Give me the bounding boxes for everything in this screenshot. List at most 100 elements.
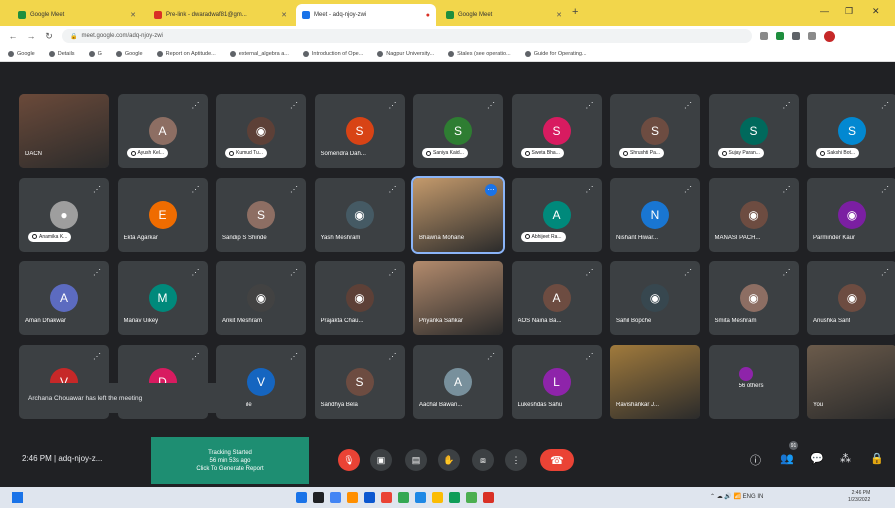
present-button[interactable]: ⧈ bbox=[472, 449, 494, 471]
participant-tile[interactable]: S ⋰ Shrushti Pa... bbox=[610, 94, 700, 168]
participant-tile[interactable]: ● ⋰ Anamika K... bbox=[19, 177, 109, 252]
participant-tile[interactable]: DACN bbox=[19, 94, 109, 168]
participant-tile[interactable]: S ⋰ Sandhya Bela bbox=[314, 344, 405, 419]
tracking-banner[interactable]: Tracking Started 56 min 53s ago Click To… bbox=[151, 437, 309, 484]
system-tray: ⌃ ☁ 🔊 📶 ENG IN bbox=[710, 493, 763, 500]
taskbar-app-icon[interactable] bbox=[398, 492, 409, 503]
bookmark[interactable]: Nagpur University... bbox=[377, 50, 434, 57]
participant-tile[interactable]: Priyanka Sahkar bbox=[413, 261, 503, 335]
taskbar-app-icon[interactable] bbox=[347, 492, 358, 503]
taskbar-clock[interactable]: 2:46 PM 1/23/2022 bbox=[848, 490, 870, 504]
participant-tile[interactable]: N ⋰ Nishant Hiwar... bbox=[610, 177, 700, 252]
extensions-puzzle-icon[interactable] bbox=[808, 32, 816, 40]
taskbar-app-icon[interactable] bbox=[296, 492, 307, 503]
participant-tile[interactable]: S ⋰ Sujay Paran... bbox=[708, 94, 799, 168]
profile-avatar[interactable] bbox=[824, 30, 835, 42]
participant-tile[interactable]: ◉ ⋰ Anushka Sant bbox=[807, 261, 895, 335]
chat-icon[interactable]: 💬 bbox=[810, 452, 824, 465]
participant-tile[interactable]: A ⋰ Ayush Kel... bbox=[117, 94, 208, 168]
bookmark[interactable]: Google bbox=[8, 50, 35, 57]
browser-tab-1[interactable]: Google Meet ✕ bbox=[12, 4, 142, 26]
participant-tile[interactable]: A ⋰ Aachal Bawan... bbox=[413, 344, 503, 419]
participant-tile[interactable]: S ⋰ Sandip S Shinde bbox=[216, 177, 306, 252]
star-icon[interactable] bbox=[792, 32, 800, 40]
taskbar-app-icon[interactable] bbox=[449, 492, 460, 503]
participant-tile[interactable]: S ⋰ Saniya Kaid... bbox=[413, 94, 503, 168]
reload-icon[interactable]: ↻ bbox=[44, 31, 54, 42]
tray-icons[interactable]: ⌃ ☁ 🔊 📶 bbox=[710, 494, 741, 500]
browser-tab-2[interactable]: Pre-link - dwaradwaf81@gm... ✕ bbox=[148, 4, 293, 26]
participant-tile[interactable]: You bbox=[807, 344, 895, 419]
raise-hand-button[interactable]: ✋ bbox=[438, 449, 460, 471]
taskbar-app-icon[interactable] bbox=[483, 492, 494, 503]
language-indicator[interactable]: ENG IN bbox=[743, 494, 764, 500]
participant-tile[interactable]: ◉ ⋰ MANASI PACH... bbox=[708, 177, 799, 252]
participant-tile[interactable]: 56 others bbox=[708, 344, 799, 419]
maximize-icon[interactable]: ❐ bbox=[845, 6, 853, 17]
participant-tile[interactable]: ◉ ⋰ Yash Meshram bbox=[314, 177, 405, 252]
close-window-icon[interactable]: ✕ bbox=[872, 6, 880, 17]
participant-tile[interactable]: M ⋰ Manav Uikey bbox=[117, 261, 208, 335]
participant-tile[interactable]: ◉ ⋰ Smita Meshram bbox=[708, 261, 799, 335]
meeting-details-icon[interactable]: ⓘ bbox=[750, 452, 761, 468]
generate-report-link[interactable]: Click To Generate Report bbox=[151, 466, 309, 472]
bookmark[interactable]: Details bbox=[48, 50, 75, 57]
new-tab-icon[interactable]: + bbox=[572, 6, 578, 18]
url-input[interactable]: 🔒 meet.google.com/adq-njoy-zwi bbox=[62, 29, 752, 43]
activities-icon[interactable]: ⁂ bbox=[840, 452, 851, 465]
participant-tile[interactable]: S ⋰ Somendra Dah... bbox=[314, 94, 405, 168]
camera-button[interactable]: ▣ bbox=[370, 449, 392, 471]
participant-tile[interactable]: ◉ ⋰ Kumud Tu... bbox=[216, 94, 306, 168]
bookmark[interactable]: Report on Aptitude... bbox=[156, 50, 216, 57]
extension-icon[interactable] bbox=[776, 32, 784, 40]
microphone-button[interactable]: 🎙 bbox=[338, 449, 360, 471]
participant-tile[interactable]: S ⋰ Sweta Bha... bbox=[511, 94, 602, 168]
bookmark[interactable]: Introduction of Ope... bbox=[302, 50, 363, 57]
bookmark[interactable]: Stales (see operatio... bbox=[448, 50, 511, 57]
browser-tab-4[interactable]: Google Meet ✕ bbox=[440, 4, 568, 26]
bookmark[interactable]: Guide for Operating... bbox=[524, 50, 587, 57]
taskbar-app-icon[interactable] bbox=[313, 492, 324, 503]
participant-tile[interactable]: E ⋰ Ekta Agarkar bbox=[117, 177, 208, 252]
participant-tile[interactable]: A ⋰ Aman Dhakwar bbox=[19, 261, 109, 335]
participant-tile[interactable]: S ⋰ Sakshi Bot... bbox=[807, 94, 895, 168]
minimize-icon[interactable]: — bbox=[820, 6, 829, 16]
bookmark[interactable]: G bbox=[88, 50, 102, 57]
taskbar-app-icon[interactable] bbox=[364, 492, 375, 503]
participant-tile[interactable]: ◉ ⋰ Sahil Bopche bbox=[610, 261, 700, 335]
taskbar-app-icon[interactable] bbox=[432, 492, 443, 503]
participant-tile[interactable]: ◉ ⋰ Prajakta Chau... bbox=[314, 261, 405, 335]
taskbar-app-icon[interactable] bbox=[466, 492, 477, 503]
close-tab-icon[interactable]: ● bbox=[426, 12, 430, 19]
close-tab-icon[interactable]: ✕ bbox=[556, 11, 562, 19]
back-icon[interactable]: ← bbox=[8, 31, 18, 41]
extension-icon[interactable] bbox=[760, 32, 768, 40]
participant-tile[interactable]: ⋯ Bhawna Mohane bbox=[411, 175, 505, 254]
more-options-button[interactable]: ⋮ bbox=[505, 449, 527, 471]
people-icon[interactable]: 👥 bbox=[780, 452, 794, 465]
leave-call-button[interactable]: ☎ bbox=[540, 449, 574, 471]
participant-name: Smita Meshram bbox=[714, 318, 757, 324]
tile-options-icon[interactable]: ⋯ bbox=[485, 183, 497, 196]
participant-tile[interactable]: A ⋰ Abhijeet Ra... bbox=[511, 177, 602, 252]
participant-name: Ravishankar J... bbox=[616, 401, 660, 408]
browser-tab-3[interactable]: Meet - adq-njoy-zwi ● bbox=[296, 4, 436, 26]
clock-time: 2:46 PM bbox=[22, 454, 52, 463]
end-call-icon: ☎ bbox=[550, 454, 564, 467]
participant-tile[interactable]: L ⋰ Lukeshdas Sahu bbox=[511, 344, 602, 419]
participant-tile[interactable]: ◉ ⋰ Ankit Meshram bbox=[216, 261, 306, 335]
lock-icon[interactable]: 🔒 bbox=[870, 452, 884, 465]
close-tab-icon[interactable]: ✕ bbox=[281, 11, 287, 19]
bookmark[interactable]: external_algebra a... bbox=[229, 50, 289, 57]
taskbar-app-icon[interactable] bbox=[381, 492, 392, 503]
close-tab-icon[interactable]: ✕ bbox=[130, 11, 136, 19]
forward-icon[interactable]: → bbox=[26, 31, 36, 41]
taskbar-app-icon[interactable] bbox=[415, 492, 426, 503]
windows-start-icon[interactable] bbox=[12, 492, 23, 503]
bookmark[interactable]: Google bbox=[115, 50, 143, 57]
participant-tile[interactable]: A ⋰ AOS Naina Ba... bbox=[511, 261, 602, 335]
participant-tile[interactable]: Ravishankar J... bbox=[610, 344, 700, 419]
captions-button[interactable]: ▤ bbox=[405, 449, 427, 471]
participant-tile[interactable]: ◉ ⋰ Parminder Kaur bbox=[807, 177, 895, 252]
taskbar-app-icon[interactable] bbox=[330, 492, 341, 503]
